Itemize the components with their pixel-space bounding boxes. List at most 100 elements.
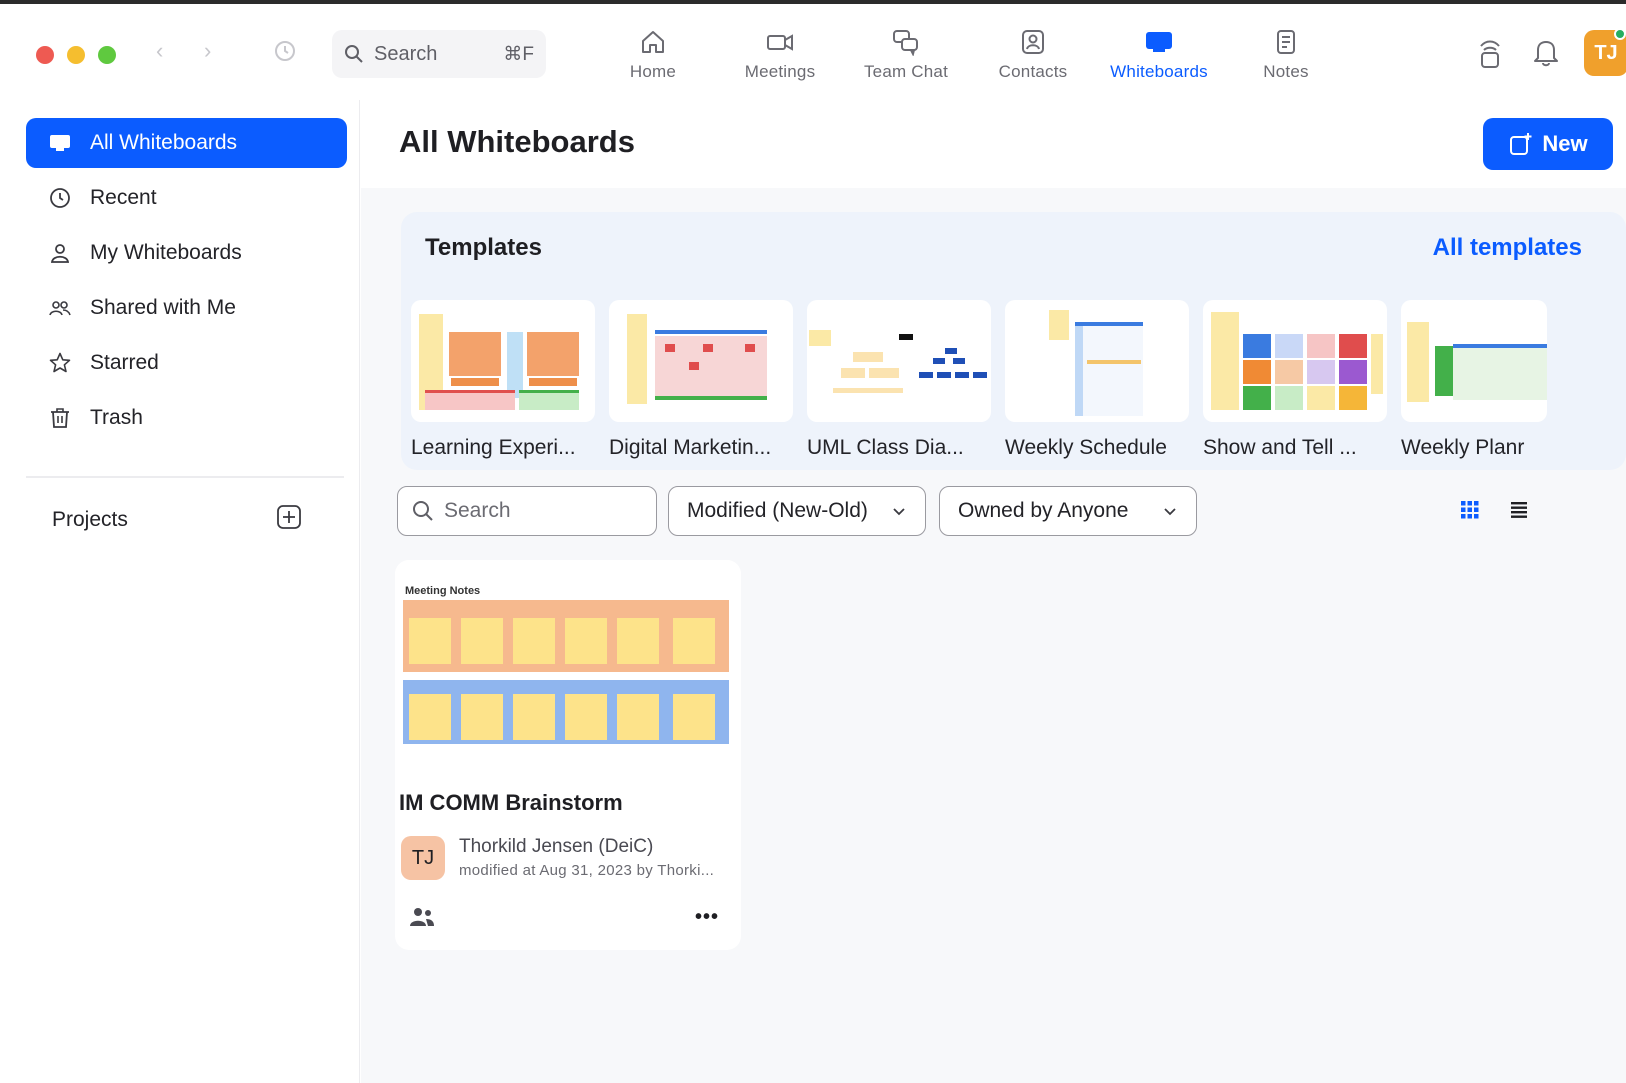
add-project-icon[interactable] xyxy=(276,504,302,530)
owner-name: Thorkild Jensen (DeiC) xyxy=(459,836,654,857)
sidebar-item-shared-with-me[interactable]: Shared with Me xyxy=(26,283,347,333)
minimize-window-button[interactable] xyxy=(67,46,85,64)
template-name: Learning Experi... xyxy=(411,436,576,459)
sidebar: All Whiteboards Recent My Whiteboards Sh… xyxy=(0,100,360,1083)
template-name: Show and Tell ... xyxy=(1203,436,1357,459)
shared-people-icon xyxy=(410,908,434,926)
template-card-learning-experience[interactable]: Learning Experi... xyxy=(411,300,595,460)
people-icon xyxy=(49,301,71,316)
template-preview-show-and-tell xyxy=(1211,312,1383,410)
grid-view-icon[interactable] xyxy=(1460,500,1480,520)
trash-icon xyxy=(51,408,69,428)
forward-arrow-icon[interactable]: › xyxy=(204,38,211,64)
tab-contacts[interactable]: Contacts xyxy=(973,26,1093,82)
sidebar-item-trash[interactable]: Trash xyxy=(26,393,347,443)
template-thumbnail xyxy=(411,300,595,422)
more-options-icon[interactable]: ••• xyxy=(695,906,719,929)
all-templates-link[interactable]: All templates xyxy=(1433,234,1582,262)
chevron-down-icon xyxy=(893,508,905,516)
sidebar-item-label: Shared with Me xyxy=(90,296,236,319)
tab-meetings[interactable]: Meetings xyxy=(720,26,840,82)
tab-whiteboards-label: Whiteboards xyxy=(1110,62,1208,81)
template-name: UML Class Dia... xyxy=(807,436,964,459)
new-whiteboard-button[interactable]: New xyxy=(1483,118,1613,170)
global-search-placeholder: Search xyxy=(374,42,438,65)
bell-icon[interactable] xyxy=(1532,36,1560,68)
template-preview-weekly-planner xyxy=(1407,322,1547,402)
tab-home[interactable]: Home xyxy=(593,26,713,82)
whiteboard-title: IM COMM Brainstorm xyxy=(399,790,623,815)
whiteboard-thumbnail: Meeting Notes xyxy=(395,560,741,770)
template-card-digital-marketing[interactable]: Digital Marketin... xyxy=(609,300,793,460)
search-icon xyxy=(345,45,363,63)
notes-icon xyxy=(1277,30,1295,54)
sort-dropdown-value: Modified (New-Old) xyxy=(687,499,868,522)
back-arrow-icon[interactable]: ‹ xyxy=(156,38,163,64)
sidebar-item-starred[interactable]: Starred xyxy=(26,338,347,388)
zoom-window-button[interactable] xyxy=(98,46,116,64)
tab-notes-label: Notes xyxy=(1263,62,1309,81)
sidebar-item-label: Trash xyxy=(90,406,143,429)
tab-notes[interactable]: Notes xyxy=(1226,26,1346,82)
tab-team-chat-label: Team Chat xyxy=(863,62,948,81)
top-navigation-bar: ‹ › Search ⌘F Home Meetings Team Chat Co… xyxy=(0,8,1626,100)
contact-card-icon xyxy=(1022,30,1044,54)
template-card-show-and-tell[interactable]: Show and Tell ... xyxy=(1203,300,1387,460)
whiteboard-card[interactable]: Meeting Notes IM COMM Brainstorm TJ Thor… xyxy=(395,560,741,950)
template-card-weekly-schedule[interactable]: Weekly Schedule xyxy=(1005,300,1189,460)
whiteboard-icon xyxy=(1146,32,1172,52)
template-card-weekly-planner[interactable]: Weekly Planr xyxy=(1401,300,1547,460)
sidebar-divider xyxy=(26,476,344,478)
sidebar-item-all-whiteboards[interactable]: All Whiteboards xyxy=(26,118,347,168)
chevron-down-icon xyxy=(1164,508,1176,516)
person-icon xyxy=(50,244,70,263)
chat-bubbles-icon xyxy=(893,30,918,56)
template-thumbnail xyxy=(1203,300,1387,422)
sidebar-item-label: Starred xyxy=(90,351,159,374)
new-button-label: New xyxy=(1542,131,1588,156)
sidebar-item-label: All Whiteboards xyxy=(90,131,238,154)
sidebar-item-recent[interactable]: Recent xyxy=(26,173,347,223)
history-icon[interactable] xyxy=(272,38,298,64)
modified-info: modified at Aug 31, 2023 by Thorki... xyxy=(459,862,715,879)
projects-heading: Projects xyxy=(52,508,128,531)
templates-panel: Templates All templates Learning Experi.… xyxy=(401,212,1626,470)
home-icon xyxy=(642,31,664,53)
templates-heading: Templates xyxy=(425,234,542,261)
template-thumbnail xyxy=(1005,300,1189,422)
app-window: ‹ › Search ⌘F Home Meetings Team Chat Co… xyxy=(0,0,1626,1083)
main-content: All Whiteboards New Templates All templa… xyxy=(361,100,1626,1083)
whiteboard-search-input[interactable]: Search xyxy=(397,486,657,536)
owner-avatar: TJ xyxy=(401,836,445,880)
whiteboard-icon xyxy=(50,135,70,151)
search-shortcut-hint: ⌘F xyxy=(503,43,534,65)
template-name: Weekly Planr xyxy=(1401,436,1525,459)
template-preview-learning xyxy=(419,314,579,410)
online-status-indicator xyxy=(1614,28,1626,40)
tab-team-chat[interactable]: Team Chat xyxy=(846,26,966,82)
close-window-button[interactable] xyxy=(36,46,54,64)
sidebar-item-label: My Whiteboards xyxy=(90,241,242,264)
room-system-icon[interactable] xyxy=(1476,36,1504,70)
search-icon xyxy=(413,501,433,521)
sidebar-item-my-whiteboards[interactable]: My Whiteboards xyxy=(26,228,347,278)
sort-dropdown[interactable]: Modified (New-Old) xyxy=(668,486,926,536)
template-card-uml-class-diagram[interactable]: UML Class Dia... xyxy=(807,300,991,460)
main-header: All Whiteboards New xyxy=(361,100,1626,188)
thumb-heading: Meeting Notes xyxy=(405,585,480,597)
global-search-input[interactable]: Search ⌘F xyxy=(332,30,546,78)
whiteboard-search-placeholder: Search xyxy=(444,499,511,522)
page-title: All Whiteboards xyxy=(399,124,635,159)
list-view-icon[interactable] xyxy=(1509,500,1529,520)
template-preview-uml xyxy=(809,330,987,393)
star-icon xyxy=(49,352,71,373)
sidebar-item-label: Recent xyxy=(90,186,157,209)
clock-icon xyxy=(50,188,70,208)
tab-whiteboards[interactable]: Whiteboards xyxy=(1099,26,1219,82)
template-preview-weekly-schedule xyxy=(1049,310,1143,416)
template-name: Weekly Schedule xyxy=(1005,436,1167,459)
tab-meetings-label: Meetings xyxy=(744,62,816,81)
whiteboard-preview: Meeting Notes xyxy=(403,585,729,744)
owner-filter-value: Owned by Anyone xyxy=(958,499,1129,522)
owner-filter-dropdown[interactable]: Owned by Anyone xyxy=(939,486,1197,536)
